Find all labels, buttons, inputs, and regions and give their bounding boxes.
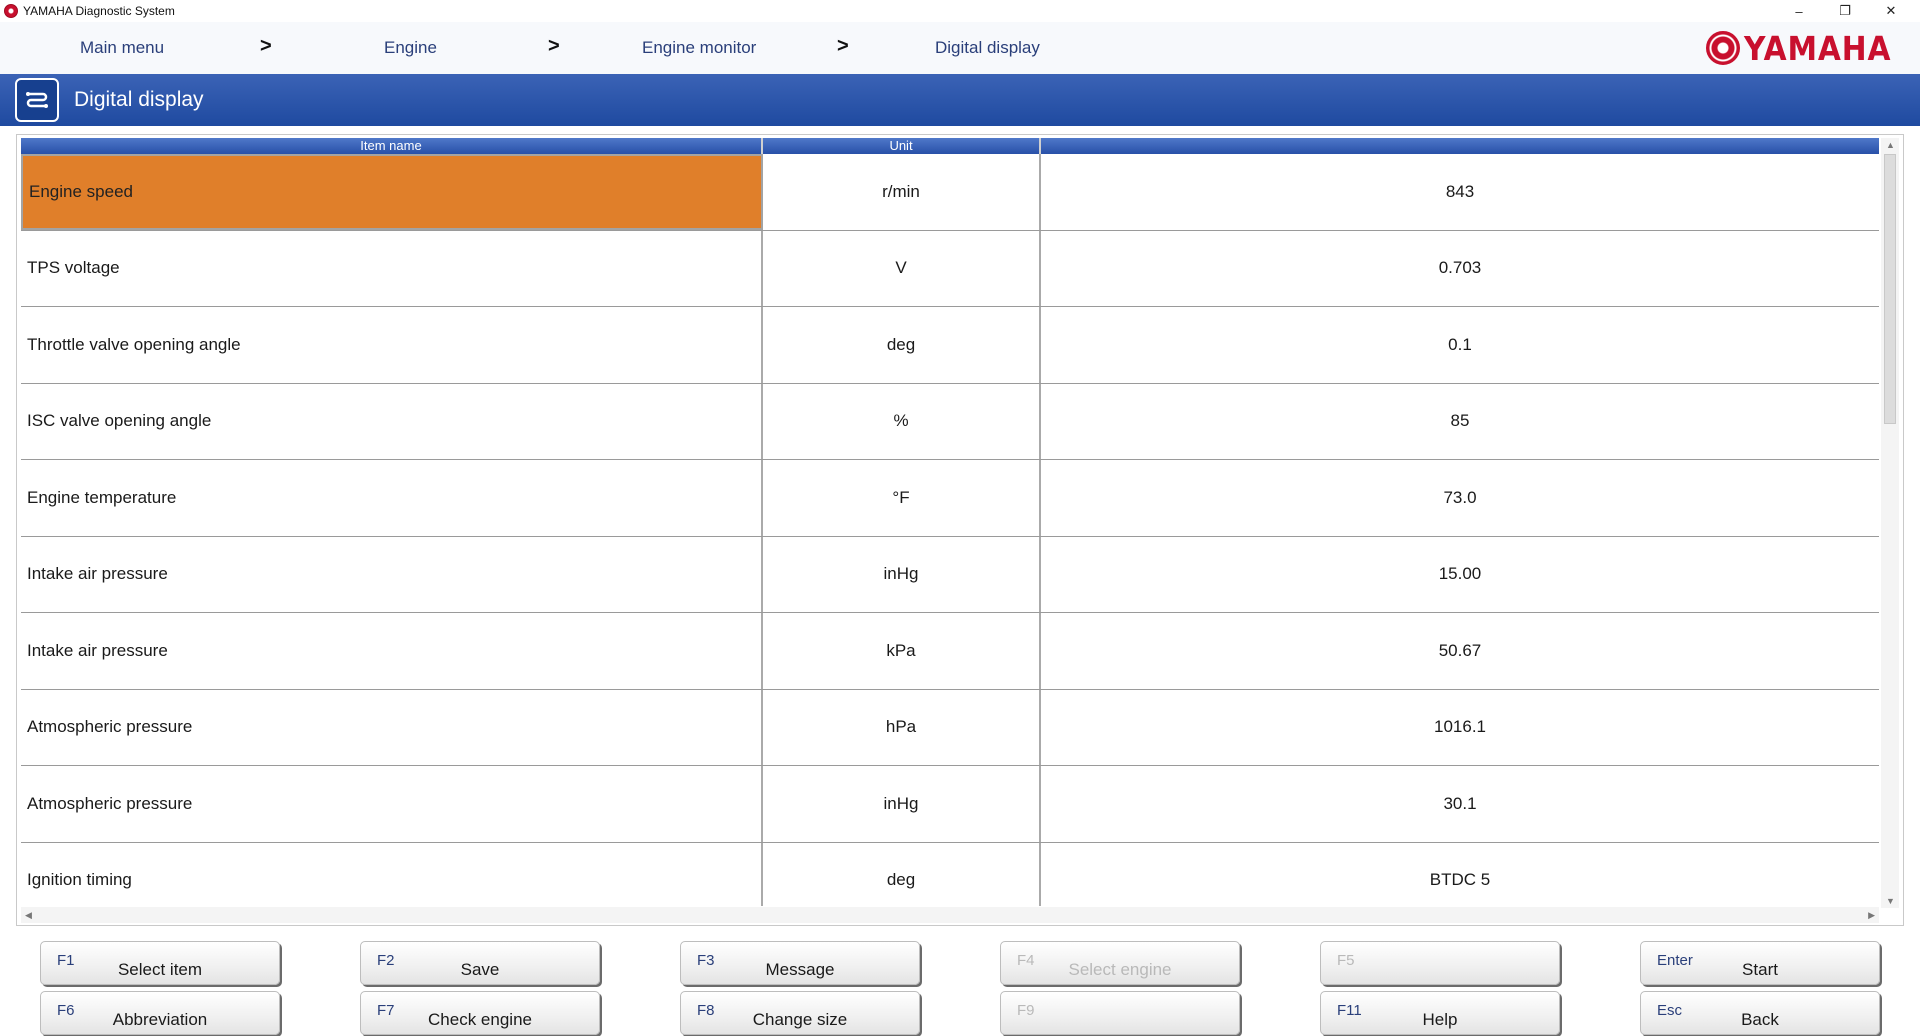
button-label: Change size — [752, 1010, 848, 1029]
f11-help-button[interactable]: F11 Help — [1320, 991, 1560, 1035]
scroll-left-icon[interactable]: ◀ — [25, 910, 32, 921]
f1-select-item-button[interactable]: F1 Select item — [40, 941, 280, 985]
page-title: Digital display — [74, 88, 204, 111]
unit-cell: inHg — [763, 536, 1041, 612]
table-header: Item name Unit — [21, 138, 1879, 154]
f2-save-button[interactable]: F2 Save — [360, 941, 600, 985]
breadcrumb-separator: > — [548, 35, 560, 57]
button-label: Help — [1422, 1010, 1458, 1029]
f9-button[interactable]: F9 — [1000, 991, 1240, 1035]
f4-select-engine-button[interactable]: F4 Select engine — [1000, 941, 1240, 985]
button-label: Start — [1742, 960, 1778, 979]
horizontal-scrollbar[interactable]: ◀ ▶ — [21, 907, 1879, 923]
table-row[interactable]: Intake air pressure kPa 50.67 — [21, 613, 1879, 690]
unit-cell: deg — [763, 842, 1041, 906]
item-name-cell[interactable]: ISC valve opening angle — [21, 383, 763, 459]
table-row[interactable]: Ignition timing deg BTDC 5 — [21, 842, 1879, 906]
value-cell: 1016.1 — [1434, 717, 1486, 737]
f8-change-size-button[interactable]: F8 Change size — [680, 991, 920, 1035]
button-label: Save — [460, 960, 500, 979]
scroll-down-icon[interactable]: ▼ — [1886, 896, 1895, 906]
button-label: Back — [1741, 1010, 1779, 1029]
window-controls: – ❐ ✕ — [1776, 0, 1914, 22]
unit-cell: % — [763, 383, 1041, 459]
vertical-scrollbar[interactable]: ▲ ▼ — [1881, 138, 1899, 908]
item-name-cell[interactable]: Intake air pressure — [21, 613, 763, 689]
breadcrumb-main-menu[interactable]: Main menu — [80, 38, 164, 58]
unit-cell: r/min — [763, 154, 1041, 230]
monitor-icon — [15, 78, 59, 122]
breadcrumb-engine-monitor[interactable]: Engine monitor — [642, 38, 756, 58]
close-button[interactable]: ✕ — [1868, 0, 1914, 22]
f3-message-button[interactable]: F3 Message — [680, 941, 920, 985]
value-cell: BTDC 5 — [1429, 870, 1491, 890]
yamaha-logo: YAMAHA — [1706, 28, 1908, 68]
value-cell: 50.67 — [1438, 640, 1482, 660]
unit-cell: kPa — [763, 613, 1041, 689]
enter-start-button[interactable]: Enter Start — [1640, 941, 1880, 985]
table-row[interactable]: Intake air pressure inHg 15.00 — [21, 536, 1879, 613]
table-body: Engine speed r/min 843 TPS voltage V 0.7… — [21, 154, 1879, 906]
table-row[interactable]: Engine temperature °F 73.0 — [21, 460, 1879, 537]
title-bar: YAMAHA Diagnostic System – ❐ ✕ — [0, 0, 1920, 22]
table-row[interactable]: Engine speed r/min 843 — [21, 154, 1879, 231]
button-label: Check engine — [428, 1010, 532, 1029]
unit-cell: °F — [763, 460, 1041, 536]
key-label: F5 — [1337, 952, 1355, 969]
table-row[interactable]: TPS voltage V 0.703 — [21, 230, 1879, 307]
value-cell: 0.1 — [1448, 334, 1472, 354]
function-key-bar: F1 Select item F2 Save F3 Message F4 Sel… — [0, 936, 1920, 1036]
unit-cell: V — [763, 230, 1041, 306]
table-row[interactable]: Atmospheric pressure inHg 30.1 — [21, 766, 1879, 843]
item-name-cell[interactable]: Intake air pressure — [21, 536, 763, 612]
table-row[interactable]: Throttle valve opening angle deg 0.1 — [21, 307, 1879, 384]
button-label: Select item — [117, 960, 203, 979]
value-cell: 30.1 — [1443, 793, 1477, 813]
f7-check-engine-button[interactable]: F7 Check engine — [360, 991, 600, 1035]
breadcrumb-separator: > — [260, 35, 272, 57]
button-label: Message — [765, 960, 835, 979]
item-name-cell[interactable]: TPS voltage — [21, 230, 763, 306]
item-name-cell[interactable]: Ignition timing — [21, 842, 763, 906]
unit-cell: hPa — [763, 689, 1041, 765]
logo-text: YAMAHA — [1744, 28, 1892, 68]
value-cell: 0.703 — [1438, 258, 1482, 278]
digital-display-table: Item name Unit Engine speed r/min 843 TP… — [16, 134, 1904, 926]
minimize-button[interactable]: – — [1776, 0, 1822, 22]
breadcrumb-engine[interactable]: Engine — [384, 38, 437, 58]
scroll-up-icon[interactable]: ▲ — [1886, 140, 1895, 150]
esc-back-button[interactable]: Esc Back — [1640, 991, 1880, 1035]
breadcrumb: Main menu > Engine > Engine monitor > Di… — [0, 22, 1920, 74]
page-header: Digital display — [0, 74, 1920, 126]
item-name-cell[interactable]: Atmospheric pressure — [21, 766, 763, 842]
column-header-unit[interactable]: Unit — [763, 138, 1041, 154]
item-name-cell[interactable]: Engine temperature — [21, 460, 763, 536]
scroll-right-icon[interactable]: ▶ — [1868, 910, 1875, 921]
key-label: F9 — [1017, 1002, 1035, 1019]
column-header-value[interactable] — [1041, 138, 1879, 154]
yamaha-app-icon — [4, 4, 18, 18]
unit-cell: deg — [763, 307, 1041, 383]
item-name-cell[interactable]: Atmospheric pressure — [21, 689, 763, 765]
button-label: Select engine — [1068, 960, 1172, 979]
value-cell: 73.0 — [1443, 487, 1477, 507]
table-row[interactable]: Atmospheric pressure hPa 1016.1 — [21, 689, 1879, 766]
button-label: Abbreviation — [112, 1010, 208, 1029]
value-cell: 15.00 — [1438, 564, 1482, 584]
breadcrumb-digital-display: Digital display — [935, 38, 1040, 57]
value-cell: 85 — [1450, 411, 1470, 431]
window-title: YAMAHA Diagnostic System — [23, 4, 175, 18]
scroll-thumb[interactable] — [1884, 154, 1896, 424]
column-header-item-name[interactable]: Item name — [21, 138, 763, 154]
value-cell: 843 — [1445, 181, 1475, 201]
unit-cell: inHg — [763, 766, 1041, 842]
f5-button[interactable]: F5 — [1320, 941, 1560, 985]
item-name-cell[interactable]: Throttle valve opening angle — [21, 307, 763, 383]
restore-button[interactable]: ❐ — [1822, 0, 1868, 22]
table-row[interactable]: ISC valve opening angle % 85 — [21, 383, 1879, 460]
f6-abbreviation-button[interactable]: F6 Abbreviation — [40, 991, 280, 1035]
breadcrumb-separator: > — [837, 35, 849, 57]
item-name-cell[interactable]: Engine speed — [21, 154, 763, 230]
yamaha-tuning-fork-icon — [1706, 31, 1741, 65]
